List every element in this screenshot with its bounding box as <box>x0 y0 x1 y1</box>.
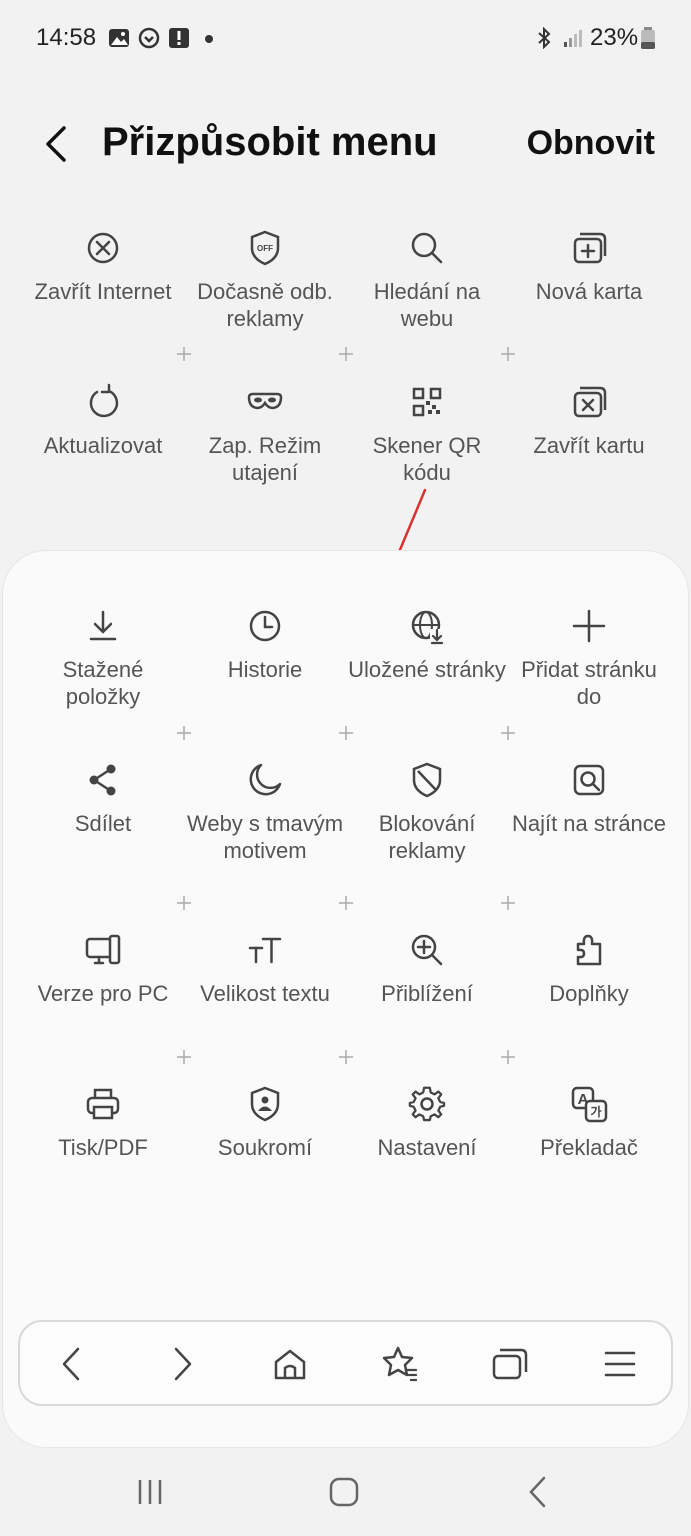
toolbar-item-ad-pause[interactable]: OFF Dočasně odb. reklamy <box>184 228 346 348</box>
toolbar-item-close-tab[interactable]: Zavřít kartu <box>508 382 670 502</box>
back-icon[interactable] <box>38 122 78 166</box>
gear-icon <box>408 1086 446 1122</box>
plus-separator-icon <box>501 726 515 740</box>
recent-apps-icon[interactable] <box>130 1472 170 1512</box>
plus-separator-icon <box>501 347 515 361</box>
bluetooth-icon <box>538 27 551 49</box>
menu-item-downloads[interactable]: Stažené položky <box>22 606 184 726</box>
new-tab-icon <box>573 232 607 264</box>
close-tab-icon <box>573 386 607 418</box>
page-title: Přizpůsobit menu <box>102 120 438 164</box>
menu-item-text-size[interactable]: Velikost textu <box>184 930 346 1050</box>
bookmarks-star-icon[interactable] <box>380 1344 420 1384</box>
plus-separator-icon <box>501 1050 515 1064</box>
sync-icon <box>138 27 160 49</box>
menu-item-translator[interactable]: A 가 Překladač <box>508 1084 670 1204</box>
search-icon <box>411 232 443 264</box>
menu-item-find-on-page[interactable]: Najít na stránce <box>508 760 670 880</box>
toolbar-item-qr-scanner[interactable]: Skener QR kódu <box>346 382 508 502</box>
download-icon <box>89 610 117 641</box>
status-bar: 14:58 23% <box>0 0 691 80</box>
plus-separator-icon <box>177 347 191 361</box>
plus-separator-icon <box>177 1050 191 1064</box>
find-on-page-icon <box>573 764 605 796</box>
plus-separator-icon <box>339 347 353 361</box>
toolbar-item-secret-mode[interactable]: Zap. Režim utajení <box>184 382 346 502</box>
reset-button[interactable]: Obnovit <box>527 124 655 163</box>
back-nav-icon[interactable] <box>518 1472 558 1512</box>
menu-item-settings[interactable]: Nastavení <box>346 1084 508 1204</box>
menu-item-saved-pages[interactable]: Uložené stránky <box>346 606 508 726</box>
notification-dot <box>205 35 213 43</box>
plus-separator-icon <box>177 726 191 740</box>
refresh-icon <box>89 383 119 418</box>
plus-separator-icon <box>501 896 515 910</box>
home-nav-icon[interactable] <box>324 1472 364 1512</box>
back-arrow-icon[interactable] <box>52 1344 92 1384</box>
ad-off-shield-icon: OFF <box>250 230 280 266</box>
menu-item-desktop-version[interactable]: Verze pro PC <box>22 930 184 1050</box>
plus-separator-icon <box>339 726 353 740</box>
moon-icon <box>249 763 282 796</box>
tabs-icon[interactable] <box>490 1344 530 1384</box>
ad-block-shield-icon <box>412 762 442 798</box>
toolbar-item-new-tab[interactable]: Nová karta <box>508 228 670 348</box>
menu-item-share[interactable]: Sdílet <box>22 760 184 880</box>
alert-icon <box>169 28 189 48</box>
text-size-icon <box>248 937 282 964</box>
menu-item-print-pdf[interactable]: Tisk/PDF <box>22 1084 184 1204</box>
qr-code-icon <box>412 387 442 417</box>
image-icon <box>109 29 129 47</box>
secret-mask-icon <box>247 392 283 410</box>
browser-toolbar-preview <box>18 1320 673 1406</box>
close-circle-icon <box>87 232 119 264</box>
desktop-icon <box>85 934 121 965</box>
battery-icon <box>641 27 655 49</box>
privacy-shield-icon <box>250 1086 280 1122</box>
home-icon[interactable] <box>270 1344 310 1384</box>
plus-separator-icon <box>339 1050 353 1064</box>
printer-icon <box>86 1088 120 1120</box>
signal-icon <box>564 30 582 47</box>
menu-item-zoom[interactable]: Přiblížení <box>346 930 508 1050</box>
menu-item-add-ons[interactable]: Doplňky <box>508 930 670 1050</box>
zoom-in-icon <box>411 934 443 966</box>
toolbar-item-web-search[interactable]: Hledání na webu <box>346 228 508 348</box>
translate-icon: A 가 <box>571 1086 608 1123</box>
saved-pages-globe-icon <box>411 610 444 645</box>
svg-text:가: 가 <box>590 1104 601 1119</box>
svg-text:OFF: OFF <box>257 244 273 253</box>
menu-icon[interactable] <box>600 1344 640 1384</box>
plus-separator-icon <box>339 896 353 910</box>
status-time: 14:58 <box>36 24 97 51</box>
menu-item-ad-block[interactable]: Blokování reklamy <box>346 760 508 880</box>
share-icon <box>89 764 116 796</box>
toolbar-item-refresh[interactable]: Aktualizovat <box>22 382 184 502</box>
menu-item-history[interactable]: Historie <box>184 606 346 726</box>
puzzle-icon <box>576 934 602 966</box>
clock-icon <box>249 610 281 642</box>
forward-arrow-icon[interactable] <box>162 1344 202 1384</box>
menu-item-dark-theme[interactable]: Weby s tmavým motivem <box>184 760 346 880</box>
menu-item-privacy[interactable]: Soukromí <box>184 1084 346 1204</box>
plus-separator-icon <box>177 896 191 910</box>
toolbar-item-close-internet[interactable]: Zavřít Internet <box>22 228 184 348</box>
battery-percent: 23% <box>590 24 639 51</box>
plus-icon <box>572 609 606 643</box>
menu-item-add-page[interactable]: Přidat stránku do <box>508 606 670 726</box>
